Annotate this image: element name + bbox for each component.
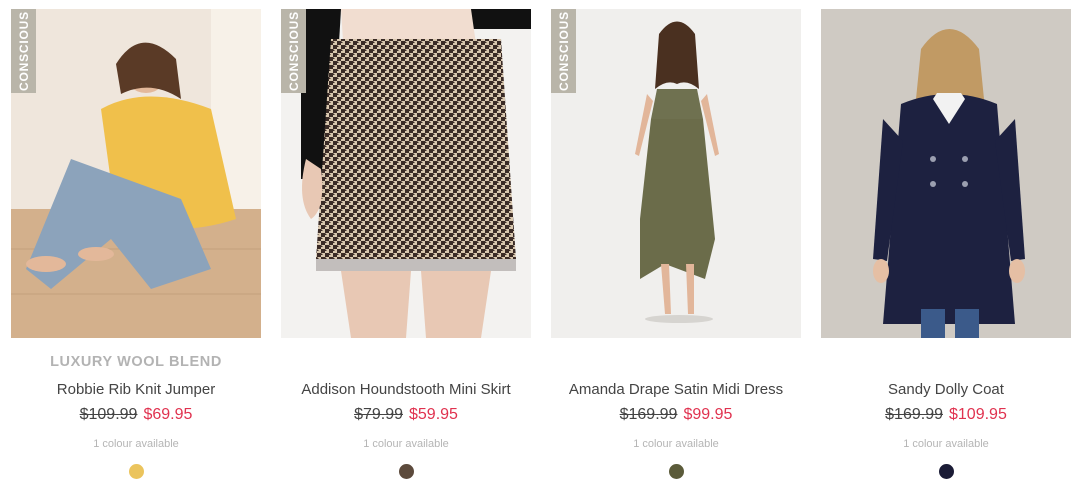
product-image[interactable]: CONSCIOUS xyxy=(281,9,531,338)
price-row: $169.99 $99.95 xyxy=(620,405,733,424)
colour-count: 1 colour available xyxy=(363,438,449,450)
product-name[interactable]: Amanda Drape Satin Midi Dress xyxy=(569,381,783,399)
product-photo-skirt xyxy=(281,9,531,338)
product-card[interactable]: CONSCIOUS Amanda Drape Satin Midi Dress … xyxy=(551,9,801,479)
product-card[interactable]: Sandy Dolly Coat $169.99 $109.95 1 colour… xyxy=(821,9,1071,479)
sale-price: $59.95 xyxy=(409,406,458,423)
sale-price: $69.95 xyxy=(143,406,193,423)
original-price: $79.99 xyxy=(354,406,403,423)
colour-swatch[interactable] xyxy=(668,464,684,479)
product-grid: CONSCIOUS LUXURY WOOL BLEND Robbie Rib K… xyxy=(11,9,1071,479)
product-name[interactable]: Robbie Rib Knit Jumper xyxy=(57,381,215,399)
product-photo-jumper xyxy=(11,9,261,338)
original-price: $169.99 xyxy=(885,406,943,423)
colour-swatch[interactable] xyxy=(128,464,144,479)
colour-swatch[interactable] xyxy=(938,464,954,479)
product-image[interactable] xyxy=(821,9,1071,338)
product-image[interactable]: CONSCIOUS xyxy=(551,9,801,338)
original-price: $109.99 xyxy=(79,406,138,423)
product-name[interactable]: Sandy Dolly Coat xyxy=(888,381,1004,399)
product-photo-dress xyxy=(551,9,801,338)
product-name[interactable]: Addison Houndstooth Mini Skirt xyxy=(301,381,510,399)
price-row: $109.99 $69.95 xyxy=(80,405,193,424)
price-row: $79.99 $59.95 xyxy=(354,405,458,424)
conscious-badge: CONSCIOUS xyxy=(281,9,306,93)
product-card[interactable]: CONSCIOUS LUXURY WOOL BLEND Robbie Rib K… xyxy=(11,9,261,479)
colour-swatch[interactable] xyxy=(398,464,414,479)
colour-count: 1 colour available xyxy=(903,438,989,450)
conscious-badge: CONSCIOUS xyxy=(551,9,576,93)
conscious-badge: CONSCIOUS xyxy=(11,9,36,93)
product-card[interactable]: CONSCIOUS Addison Houndstooth Mini Skirt… xyxy=(281,9,531,479)
colour-count: 1 colour available xyxy=(633,438,719,450)
colour-count: 1 colour available xyxy=(93,438,179,450)
price-row: $169.99 $109.95 xyxy=(885,405,1007,424)
product-photo-coat xyxy=(821,9,1071,338)
product-image[interactable]: CONSCIOUS xyxy=(11,9,261,338)
sale-price: $99.95 xyxy=(683,406,733,423)
original-price: $169.99 xyxy=(619,406,678,423)
feature-label: LUXURY WOOL BLEND xyxy=(50,354,222,370)
sale-price: $109.95 xyxy=(949,406,1007,423)
